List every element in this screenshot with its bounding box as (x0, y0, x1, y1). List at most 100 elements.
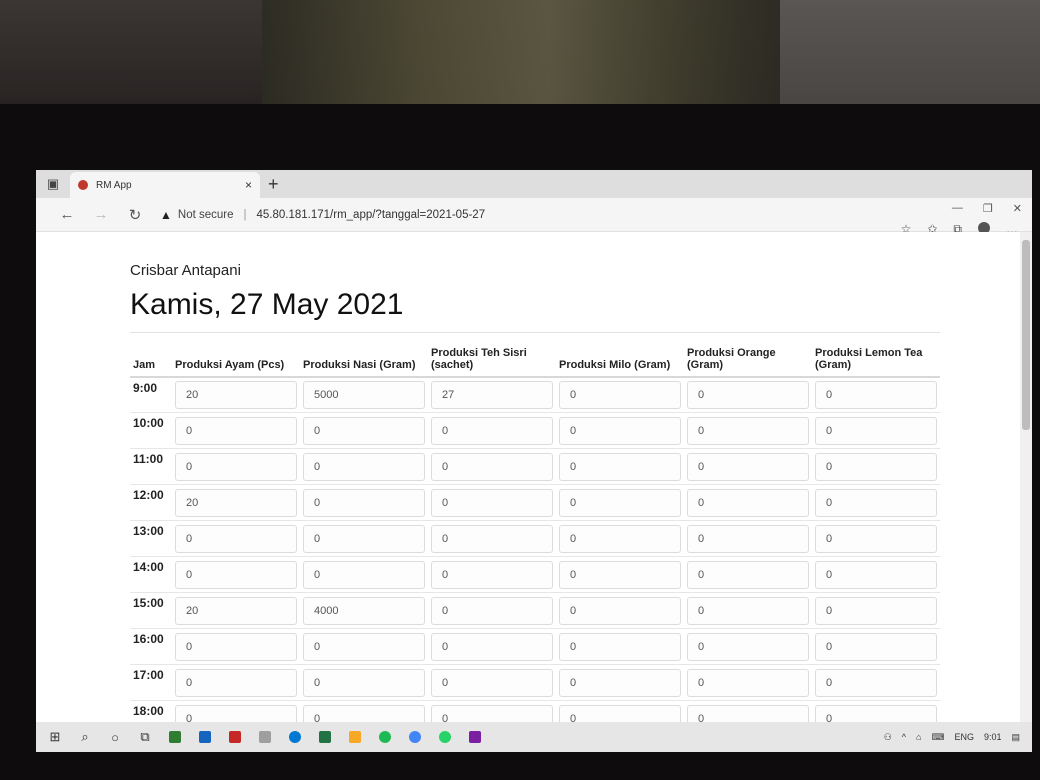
quantity-input[interactable] (559, 488, 681, 517)
quantity-input[interactable] (175, 452, 297, 481)
quantity-input[interactable] (175, 596, 297, 625)
chevron-up-icon[interactable]: ^ (902, 732, 906, 742)
url-field[interactable]: ▲ Not secure | 45.80.181.171/rm_app/?tan… (160, 203, 485, 227)
quantity-input[interactable] (175, 560, 297, 589)
quantity-input[interactable] (687, 416, 809, 445)
quantity-input[interactable] (431, 452, 553, 481)
quantity-input[interactable] (175, 488, 297, 517)
quantity-input[interactable] (815, 668, 937, 697)
table-cell (556, 520, 684, 557)
search-icon[interactable]: ⌕ (70, 722, 100, 752)
table-cell (172, 592, 300, 629)
url-text[interactable]: 45.80.181.171/rm_app/?tanggal=2021-05-27 (257, 209, 486, 221)
quantity-input[interactable] (431, 668, 553, 697)
restore-icon[interactable]: ❐ (983, 202, 993, 215)
edge-icon[interactable] (280, 722, 310, 752)
minimize-icon[interactable]: — (952, 202, 963, 215)
powerpoint-icon[interactable] (220, 722, 250, 752)
quantity-input[interactable] (687, 596, 809, 625)
cortana-icon[interactable]: ○ (100, 722, 130, 752)
quantity-input[interactable] (175, 524, 297, 553)
quantity-input[interactable] (303, 416, 425, 445)
quantity-input[interactable] (815, 452, 937, 481)
quantity-input[interactable] (431, 596, 553, 625)
warning-icon[interactable]: ▲ (160, 208, 172, 222)
app-icon[interactable] (160, 722, 190, 752)
taskbar: ⊞ ⌕ ○ ⧉ ⚇ ^ ⌂ ⌨ ENG 9:01 ▤ (36, 722, 1032, 752)
quantity-input[interactable] (815, 380, 937, 409)
quantity-input[interactable] (431, 632, 553, 661)
quantity-input[interactable] (431, 380, 553, 409)
quantity-input[interactable] (175, 632, 297, 661)
shield-icon[interactable] (460, 722, 490, 752)
quantity-input[interactable] (559, 416, 681, 445)
quantity-input[interactable] (559, 380, 681, 409)
table-cell (556, 412, 684, 449)
quantity-input[interactable] (687, 488, 809, 517)
quantity-input[interactable] (175, 380, 297, 409)
notification-icon[interactable]: ▤ (1011, 732, 1020, 743)
quantity-input[interactable] (559, 452, 681, 481)
people-icon[interactable]: ⚇ (884, 732, 892, 743)
quantity-input[interactable] (303, 560, 425, 589)
quantity-input[interactable] (815, 488, 937, 517)
forward-icon[interactable]: → (84, 206, 118, 223)
quantity-input[interactable] (687, 668, 809, 697)
quantity-input[interactable] (303, 452, 425, 481)
back-icon[interactable]: ← (50, 206, 84, 223)
quantity-input[interactable] (559, 596, 681, 625)
quantity-input[interactable] (431, 560, 553, 589)
quantity-input[interactable] (303, 488, 425, 517)
task-view-icon[interactable]: ⧉ (130, 722, 160, 752)
quantity-input[interactable] (431, 416, 553, 445)
security-label[interactable]: Not secure (178, 209, 234, 221)
quantity-input[interactable] (687, 560, 809, 589)
excel-icon[interactable] (310, 722, 340, 752)
refresh-icon[interactable]: ↻ (118, 206, 152, 224)
quantity-input[interactable] (175, 668, 297, 697)
tab-close-icon[interactable]: × (245, 178, 252, 192)
quantity-input[interactable] (431, 488, 553, 517)
header-orange: Produksi Orange (Gram) (684, 332, 812, 378)
table-cell (172, 412, 300, 449)
spotify-icon[interactable] (370, 722, 400, 752)
clock[interactable]: 9:01 (984, 732, 1002, 742)
quantity-input[interactable] (303, 380, 425, 409)
quantity-input[interactable] (175, 416, 297, 445)
quantity-input[interactable] (559, 524, 681, 553)
quantity-input[interactable] (559, 560, 681, 589)
quantity-input[interactable] (687, 524, 809, 553)
quantity-input[interactable] (303, 524, 425, 553)
outlook-icon[interactable] (190, 722, 220, 752)
file-explorer-icon[interactable] (340, 722, 370, 752)
quantity-input[interactable] (687, 380, 809, 409)
network-icon[interactable]: ⌂ (916, 732, 921, 742)
table-row: 9:00 (130, 376, 940, 413)
quantity-input[interactable] (687, 452, 809, 481)
start-icon[interactable]: ⊞ (40, 722, 70, 752)
quantity-input[interactable] (559, 668, 681, 697)
new-tab-button[interactable]: + (268, 174, 279, 195)
tab-actions-icon[interactable]: ▣ (36, 170, 70, 198)
quantity-input[interactable] (559, 632, 681, 661)
scrollbar-thumb[interactable] (1022, 240, 1030, 430)
quantity-input[interactable] (815, 416, 937, 445)
browser-tab[interactable]: RM App × (70, 172, 260, 198)
quantity-input[interactable] (815, 560, 937, 589)
table-body: 9:0010:0011:0012:0013:0014:0015:0016:001… (130, 376, 940, 737)
keyboard-icon[interactable]: ⌨ (931, 732, 944, 743)
quantity-input[interactable] (815, 632, 937, 661)
chrome-icon[interactable] (400, 722, 430, 752)
quantity-input[interactable] (303, 596, 425, 625)
quantity-input[interactable] (303, 632, 425, 661)
table-cell (684, 484, 812, 521)
quantity-input[interactable] (815, 524, 937, 553)
quantity-input[interactable] (815, 596, 937, 625)
whatsapp-icon[interactable] (430, 722, 460, 752)
quantity-input[interactable] (431, 524, 553, 553)
close-window-icon[interactable]: ✕ (1013, 202, 1022, 215)
quantity-input[interactable] (687, 632, 809, 661)
quantity-input[interactable] (303, 668, 425, 697)
app-icon[interactable] (250, 722, 280, 752)
language-indicator[interactable]: ENG (954, 732, 974, 742)
